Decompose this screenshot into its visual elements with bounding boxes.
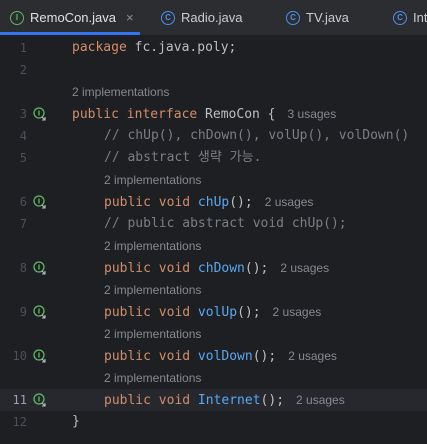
method-name: volDown (197, 349, 253, 364)
tab-label: RemoCon.java (30, 10, 116, 25)
tab-radio-java[interactable]: C Radio.java (161, 0, 242, 35)
closing-brace: } (72, 414, 80, 429)
usages-hint[interactable]: 2 usages (265, 195, 314, 209)
keyword: package (72, 40, 127, 55)
implementations-hint[interactable]: 2 implementations (104, 169, 201, 191)
code-text: public void chDown(); 2 usages (104, 257, 329, 280)
line-number: 11 (12, 393, 27, 407)
implemented-gutter-icon[interactable] (33, 261, 47, 275)
implementations-hint[interactable]: 2 implementations (104, 235, 201, 257)
code-line: 4 // chUp(), chDown(), volUp(), volDown(… (0, 125, 427, 147)
punctuation: (); (252, 349, 277, 364)
line-number: 7 (19, 217, 27, 231)
keyword: public void (104, 261, 191, 276)
interface-name: RemoCon { (197, 107, 276, 122)
line-number: 12 (12, 415, 27, 429)
keyword: public void (104, 305, 191, 320)
keyword: public void (104, 393, 191, 408)
line-number: 4 (19, 129, 27, 143)
comment: // abstract 생략 가능. (104, 150, 262, 165)
line-number: 2 (19, 63, 27, 77)
package-name: fc.java.poly; (126, 40, 237, 55)
code-line: 10 public void volDown(); 2 usages (0, 345, 427, 367)
code-editor[interactable]: 1 package fc.java.poly; 2 2 implementati… (0, 36, 427, 444)
keyword: public interface (72, 107, 198, 122)
code-line: 9 public void volUp(); 2 usages (0, 301, 427, 323)
editor-tab-bar: I RemoCon.java × C Radio.java C TV.java … (0, 0, 427, 36)
code-text: package fc.java.poly; (72, 37, 236, 59)
method-name: Internet (197, 393, 261, 408)
code-line: 7 // public abstract void chUp(); (0, 213, 427, 235)
class-icon: C (393, 10, 407, 25)
code-text: public void chUp(); 2 usages (104, 191, 313, 214)
interface-icon: I (10, 10, 24, 25)
code-line: 5 // abstract 생략 가능. (0, 147, 427, 169)
tab-label: Radio.java (181, 10, 243, 25)
class-icon: C (161, 10, 175, 25)
implementations-hint[interactable]: 2 implementations (104, 323, 201, 345)
keyword: public void (104, 195, 191, 210)
code-line: 6 public void chUp(); 2 usages (0, 191, 427, 213)
comment: // chUp(), chDown(), volUp(), volDown() (104, 128, 410, 143)
line-number: 6 (19, 195, 27, 209)
implemented-gutter-icon[interactable] (33, 349, 47, 363)
implemented-gutter-icon[interactable] (33, 107, 47, 121)
tab-label: TV.java (306, 10, 349, 25)
implementations-hint[interactable]: 2 implementations (104, 367, 201, 389)
punctuation: (); (229, 195, 253, 210)
code-line: 12 } (0, 411, 427, 433)
usages-hint[interactable]: 2 usages (280, 261, 329, 275)
code-text: public void volUp(); 2 usages (104, 301, 321, 324)
code-line: 3 public interface RemoCon { 3 usages (0, 103, 427, 125)
implementations-hint[interactable]: 2 implementations (104, 279, 201, 301)
line-number: 3 (19, 107, 27, 121)
usages-hint[interactable]: 2 usages (296, 393, 345, 407)
method-name: chUp (197, 195, 230, 210)
implemented-gutter-icon[interactable] (33, 195, 47, 209)
code-text: public void Internet(); 2 usages (104, 389, 345, 412)
tab-remocon-java[interactable]: I RemoCon.java × (0, 0, 140, 35)
code-line: 8 public void chDown(); 2 usages (0, 257, 427, 279)
implemented-gutter-icon[interactable] (33, 305, 47, 319)
close-icon[interactable]: × (126, 10, 134, 25)
code-line: 1 package fc.java.poly; (0, 37, 427, 59)
comment: // public abstract void chUp(); (104, 216, 347, 231)
tab-label: Int (413, 10, 427, 25)
line-number: 8 (19, 261, 27, 275)
code-text: public void volDown(); 2 usages (104, 345, 337, 368)
code-text: public interface RemoCon { 3 usages (72, 103, 336, 126)
line-number: 1 (19, 41, 27, 55)
punctuation: (); (260, 393, 285, 408)
tab-internet-java[interactable]: C Int (393, 0, 427, 35)
current-code-line: 11 public void Internet(); 2 usages (0, 389, 427, 411)
method-name: volUp (197, 305, 238, 320)
keyword: public void (104, 349, 191, 364)
implemented-gutter-icon[interactable] (33, 393, 47, 407)
usages-hint[interactable]: 2 usages (273, 305, 322, 319)
tab-tv-java[interactable]: C TV.java (286, 0, 349, 35)
method-name: chDown (197, 261, 245, 276)
class-icon: C (286, 10, 300, 25)
line-number: 9 (19, 305, 27, 319)
line-number: 10 (12, 349, 27, 363)
punctuation: (); (237, 305, 261, 320)
usages-hint[interactable]: 2 usages (288, 349, 337, 363)
implementations-hint[interactable]: 2 implementations (72, 81, 169, 103)
usages-hint[interactable]: 3 usages (288, 107, 337, 121)
line-number: 5 (19, 151, 27, 165)
code-line: 2 (0, 59, 427, 81)
punctuation: (); (244, 261, 269, 276)
